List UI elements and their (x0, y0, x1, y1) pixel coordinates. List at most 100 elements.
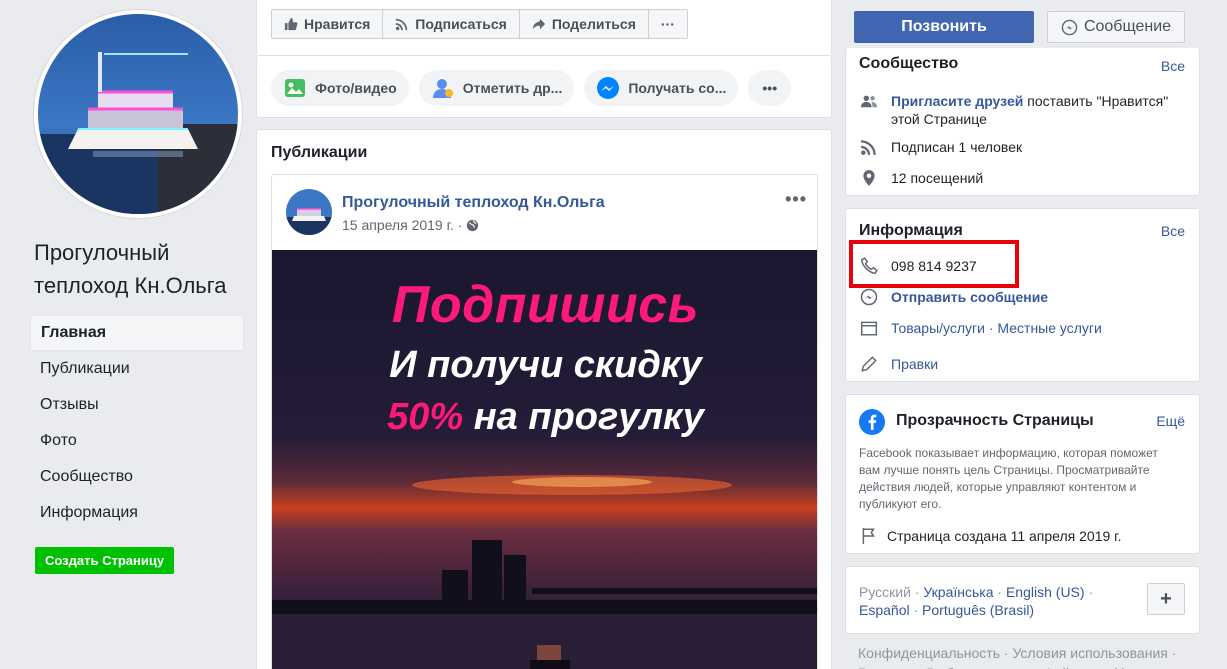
promo-percent: 50% (387, 396, 464, 438)
more-actions-button[interactable]: ··· (649, 10, 687, 38)
thumbs-up-icon (284, 17, 298, 31)
nav-item-home[interactable]: Главная (30, 315, 244, 351)
transparency-description: Facebook показывает информацию, которая … (859, 446, 1158, 511)
info-title: Информация (859, 222, 963, 239)
language-link-en[interactable]: English (US) (1006, 584, 1085, 600)
send-message-link[interactable]: Отправить сообщение (891, 288, 1048, 306)
share-button[interactable]: Поделиться (520, 10, 649, 38)
post-options-button[interactable]: ••• (785, 189, 807, 210)
globe-icon (467, 219, 479, 231)
info-card: Информация Все 098 814 9237 Отправить со… (845, 208, 1200, 382)
community-see-all-link[interactable]: Все (1161, 58, 1185, 74)
share-label: Поделиться (551, 16, 636, 32)
post-image[interactable]: Подпишись И получи скидку 50% на прогулк… (272, 250, 817, 669)
action-button-group: Нравится Подписаться Поделиться ··· (271, 9, 688, 39)
composer-more-button[interactable]: ••• (748, 70, 792, 106)
categories-links[interactable]: Товары/услуги · Местные услуги (891, 319, 1102, 337)
info-see-all-link[interactable]: Все (1161, 223, 1185, 239)
messenger-icon (1061, 19, 1078, 35)
transparency-more-link[interactable]: Ещё (1156, 413, 1185, 429)
page-title: Прогулочный теплоход Кн.Ольга (34, 240, 227, 298)
posts-section: Публикации Прогулочный теплоход Кн.Ольга… (256, 129, 832, 669)
like-button[interactable]: Нравится (272, 10, 384, 38)
phone-row: 098 814 9237 (859, 257, 977, 275)
page-transparency-card: Прозрачность Страницы Ещё Facebook показ… (845, 394, 1200, 554)
posts-heading: Публикации (271, 144, 368, 161)
messenger-icon (860, 288, 878, 306)
page-profile-picture[interactable] (34, 10, 242, 218)
phone-number[interactable]: 098 814 9237 (891, 257, 977, 275)
message-label: Сообщение (1083, 18, 1172, 35)
left-column: Прогулочный теплоход Кн.Ольга Главная Пу… (0, 0, 256, 669)
people-icon (860, 95, 878, 108)
post-date-text: 15 апреля 2019 г. · (342, 217, 463, 233)
call-button[interactable]: Позвонить (854, 11, 1034, 43)
visits-row: 12 посещений (859, 169, 983, 187)
invite-friends-row: Пригласите друзей поставить "Нравится" э… (859, 92, 1189, 128)
nav-item-community[interactable]: Сообщество (30, 459, 244, 495)
promo-headline: Подпишись (391, 276, 700, 334)
promo-discount-text: на прогулку (463, 396, 704, 438)
page-created-text: Страница создана 11 апреля 2019 г. (887, 528, 1122, 544)
phone-icon (860, 257, 878, 275)
add-language-button[interactable]: + (1147, 583, 1185, 615)
invite-friends-link[interactable]: Пригласите друзей (891, 93, 1023, 109)
language-list: Русский · Українська · English (US) · Es… (859, 584, 1094, 618)
share-arrow-icon (532, 18, 545, 30)
edits-row: Правки (859, 355, 938, 373)
send-message-row: Отправить сообщение (859, 288, 1048, 306)
post-timestamp[interactable]: 15 апреля 2019 г. · (342, 217, 479, 233)
current-language: Русский (859, 584, 911, 600)
nav-item-photos[interactable]: Фото (30, 423, 244, 459)
more-dots-icon: ··· (660, 16, 675, 32)
nav-item-reviews[interactable]: Отзывы (30, 387, 244, 423)
language-link-pt[interactable]: Português (Brasil) (922, 602, 1034, 618)
edits-link[interactable]: Правки (891, 355, 938, 373)
flag-icon (862, 528, 875, 544)
page-created-row: Страница создана 11 апреля 2019 г. (859, 527, 1121, 545)
like-label: Нравится (304, 16, 371, 32)
followers-row: Подписан 1 человек (859, 138, 1022, 156)
follow-button[interactable]: Подписаться (383, 10, 520, 38)
pencil-icon (861, 356, 877, 372)
tag-friends-button[interactable]: Отметить др... (418, 70, 575, 106)
footer-links[interactable]: Конфиденциальность · Условия использован… (858, 643, 1198, 669)
page-nav: Главная Публикации Отзывы Фото Сообществ… (30, 315, 244, 531)
language-link-es[interactable]: Español (859, 602, 910, 618)
get-messages-button[interactable]: Получать со... (584, 70, 739, 106)
nav-item-posts[interactable]: Публикации (30, 351, 244, 387)
post-author-name[interactable]: Прогулочный теплоход Кн.Ольга (342, 194, 605, 212)
rss-icon (861, 140, 876, 155)
facebook-logo-icon (859, 409, 885, 435)
community-title: Сообщество (859, 55, 959, 72)
transparency-title: Прозрачность Страницы (896, 412, 1094, 429)
boat-photo (38, 14, 238, 214)
more-dots-icon: ••• (762, 80, 778, 96)
rss-icon (396, 18, 408, 31)
location-pin-icon (863, 170, 875, 186)
promo-subline: И получи скидку (389, 344, 702, 386)
categories-row: Товары/услуги · Местные услуги (859, 319, 1102, 337)
language-link-uk[interactable]: Українська (923, 584, 993, 600)
storefront-icon (860, 321, 878, 336)
post-card: Прогулочный теплоход Кн.Ольга 15 апреля … (271, 174, 818, 669)
page-actions-bar: Нравится Подписаться Поделиться ··· (256, 0, 832, 56)
get-messages-label: Получать со... (628, 80, 727, 96)
languages-card: Русский · Українська · English (US) · Es… (845, 566, 1200, 634)
tag-person-icon (432, 79, 453, 98)
follow-label: Подписаться (415, 16, 507, 32)
photo-video-label: Фото/видео (315, 80, 397, 96)
composer-bar: Фото/видео Отметить др... Получать со...… (256, 56, 832, 118)
photo-icon (285, 79, 305, 97)
tag-friends-label: Отметить др... (462, 80, 563, 96)
photo-video-button[interactable]: Фото/видео (271, 70, 409, 106)
followers-count: Подписан 1 человек (891, 139, 1023, 155)
create-page-button[interactable]: Создать Страницу (35, 547, 175, 574)
messenger-icon (597, 77, 620, 99)
visits-count: 12 посещений (891, 170, 984, 186)
community-card: Сообщество Все Пригласите друзей постави… (845, 48, 1200, 196)
promo-discount: 50% на прогулку (272, 396, 817, 439)
nav-item-info[interactable]: Информация (30, 495, 244, 531)
post-author-avatar[interactable] (286, 189, 332, 235)
send-message-button[interactable]: Сообщение (1047, 11, 1185, 43)
